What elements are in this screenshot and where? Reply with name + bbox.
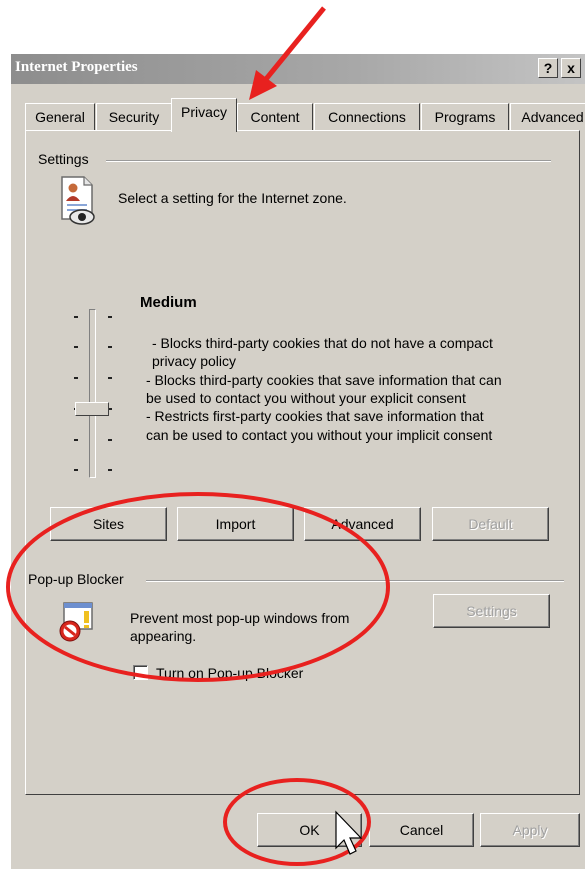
internet-properties-dialog: Internet Properties ? x General Security…	[10, 53, 585, 869]
slider-tick	[108, 469, 112, 471]
close-button[interactable]: x	[561, 58, 581, 78]
tab-advanced[interactable]: Advanced	[510, 103, 585, 131]
privacy-tab-panel: Settings Select a setting for the Intern…	[25, 130, 580, 795]
tab-content[interactable]: Content	[237, 103, 313, 131]
ok-button[interactable]: OK	[257, 813, 362, 847]
tab-security[interactable]: Security	[96, 103, 172, 131]
tab-connections[interactable]: Connections	[314, 103, 420, 131]
settings-group-divider	[106, 160, 551, 162]
slider-tick	[74, 439, 78, 441]
settings-group-label: Settings	[38, 151, 93, 167]
slider-tick	[108, 377, 112, 379]
popup-description-line2: appearing.	[130, 628, 197, 644]
settings-description: Select a setting for the Internet zone.	[118, 190, 347, 206]
title-bar: Internet Properties ? x	[11, 54, 585, 84]
slider-tick	[74, 377, 78, 379]
slider-tick	[74, 469, 78, 471]
advanced-button[interactable]: Advanced	[304, 507, 421, 541]
help-button[interactable]: ?	[538, 58, 558, 78]
popup-settings-button[interactable]: Settings	[433, 594, 550, 628]
popup-group-divider	[146, 580, 564, 582]
popup-blocker-checkbox-label: Turn on Pop-up Blocker	[156, 665, 304, 681]
slider-thumb[interactable]	[75, 402, 109, 416]
level-description-line: be used to contact you without your expl…	[146, 390, 466, 406]
import-button[interactable]: Import	[177, 507, 294, 541]
popup-description-line1: Prevent most pop-up windows from	[130, 610, 350, 626]
level-description-line: - Restricts first-party cookies that sav…	[146, 408, 484, 424]
apply-button[interactable]: Apply	[480, 813, 580, 847]
tab-programs[interactable]: Programs	[421, 103, 509, 131]
privacy-level-name: Medium	[140, 294, 197, 311]
level-description-line: - Blocks third-party cookies that save i…	[146, 372, 502, 388]
tab-general[interactable]: General	[25, 103, 95, 131]
slider-tick	[108, 346, 112, 348]
slider-tick	[108, 316, 112, 318]
slider-tick	[108, 439, 112, 441]
slider-tick	[74, 316, 78, 318]
cancel-button[interactable]: Cancel	[369, 813, 474, 847]
level-description-line: can be used to contact you without your …	[146, 427, 493, 443]
privacy-document-eye-icon	[58, 175, 100, 225]
tab-privacy[interactable]: Privacy	[171, 98, 237, 132]
sites-button[interactable]: Sites	[50, 507, 167, 541]
level-description-line: - Blocks third-party cookies that do not…	[152, 335, 493, 351]
window-title: Internet Properties	[15, 59, 138, 75]
level-description-line: privacy policy	[152, 353, 237, 369]
popup-blocked-icon	[56, 601, 100, 645]
popup-blocker-checkbox[interactable]	[133, 665, 148, 680]
popup-blocker-group-label: Pop-up Blocker	[28, 571, 128, 587]
slider-tick	[74, 346, 78, 348]
default-button[interactable]: Default	[432, 507, 549, 541]
slider-track	[89, 309, 96, 478]
